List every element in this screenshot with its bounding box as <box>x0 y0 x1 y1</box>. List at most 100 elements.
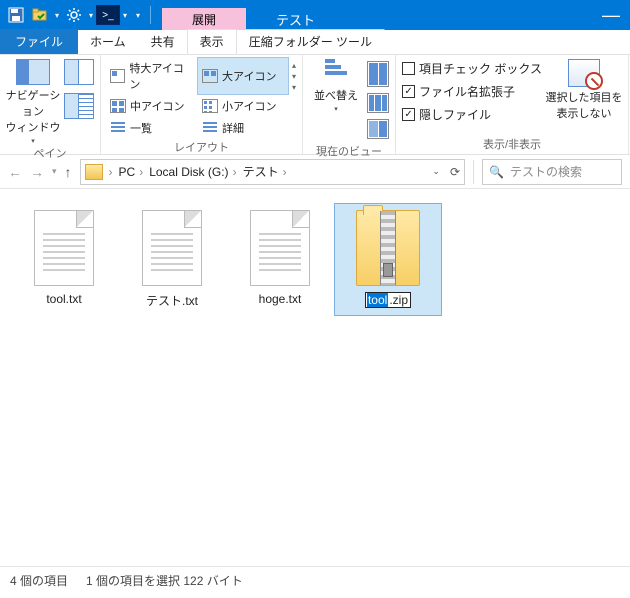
layout-gallery[interactable]: 特大アイコン 大アイコン 中アイコン 小アイコン 一覧 詳細 <box>105 57 290 139</box>
breadcrumb-folder[interactable]: テスト › <box>243 163 287 180</box>
group-by-icon[interactable] <box>367 61 389 87</box>
preview-icon <box>64 59 94 85</box>
tiles-icon <box>202 69 218 83</box>
qat-overflow-icon[interactable]: ▾ <box>130 11 146 20</box>
layout-group-label: レイアウト <box>105 139 298 157</box>
chevron-right-icon[interactable]: › <box>233 165 237 179</box>
qat-separator <box>146 0 154 30</box>
context-tab-extract[interactable]: 展開 <box>162 8 246 30</box>
hide-selected-button[interactable]: 選択した項目を 表示しない <box>544 57 624 121</box>
layout-list[interactable]: 一覧 <box>105 117 197 139</box>
file-name: tool.txt <box>46 292 81 306</box>
folder-icon <box>85 164 103 180</box>
text-file-icon <box>142 210 202 286</box>
showhide-group-label: 表示/非表示 <box>400 136 624 154</box>
checkbox-item-checkboxes[interactable]: 項目チェック ボックス <box>400 57 544 80</box>
zip-folder-icon <box>356 210 420 286</box>
tab-compressed-tools[interactable]: 圧縮フォルダー ツール <box>236 29 385 54</box>
add-columns-icon[interactable] <box>367 93 389 113</box>
recent-dropdown-icon[interactable]: ▾ <box>52 166 57 177</box>
address-bar[interactable]: › PC › Local Disk (G:) › テスト › ⌄ ⟳ <box>80 159 465 185</box>
ribbon-tabs: ファイル ホーム 共有 表示 圧縮フォルダー ツール <box>0 30 630 55</box>
breadcrumb-disk[interactable]: Local Disk (G:) › <box>149 165 236 179</box>
qat-dropdown-icon[interactable]: ▾ <box>52 11 62 20</box>
tiles-icon <box>110 99 126 113</box>
breadcrumb-pc[interactable]: PC › <box>119 165 144 179</box>
tab-view[interactable]: 表示 <box>187 29 237 54</box>
folder-check-icon[interactable] <box>28 0 52 30</box>
quick-access-toolbar: ▾ ▾ >_ ▾ ▾ <box>0 0 154 30</box>
checkbox-checked-icon: ✓ <box>402 85 415 98</box>
size-columns-icon[interactable] <box>367 119 389 139</box>
ps-dropdown-icon[interactable]: ▾ <box>120 11 130 20</box>
status-bar: 4 個の項目 1 個の項目を選択 122 バイト <box>0 567 630 593</box>
layout-details[interactable]: 詳細 <box>197 117 289 139</box>
title-right: — <box>602 0 630 30</box>
rename-selection: tool <box>367 293 388 307</box>
title-context-tabs: 展開 テスト <box>162 0 345 30</box>
divider <box>473 160 474 184</box>
address-dropdown-icon[interactable]: ⌄ <box>432 166 440 177</box>
nav-pane-label: ナビゲーション ウィンドウ <box>4 87 62 135</box>
navbar: ← → ▾ ↑ › PC › Local Disk (G:) › テスト › ⌄… <box>0 155 630 189</box>
back-icon[interactable]: ← <box>8 164 22 180</box>
search-box[interactable]: 🔍 テストの検索 <box>482 159 622 185</box>
settings-icon[interactable] <box>62 0 86 30</box>
search-placeholder: テストの検索 <box>510 163 582 180</box>
up-icon[interactable]: ↑ <box>65 164 72 180</box>
save-icon[interactable] <box>4 0 28 30</box>
file-item[interactable]: tool.txt <box>10 203 118 316</box>
chevron-right-icon[interactable]: › <box>283 165 287 179</box>
settings-dropdown-icon[interactable]: ▾ <box>86 11 96 20</box>
file-list[interactable]: tool.txt テスト.txt hoge.txt tool.zip <box>0 189 630 567</box>
refresh-icon[interactable]: ⟳ <box>450 165 460 179</box>
file-item[interactable]: hoge.txt <box>226 203 334 316</box>
file-name: hoge.txt <box>259 292 302 306</box>
chevron-right-icon[interactable]: › <box>109 165 113 179</box>
hide-selected-label: 選択した項目を 表示しない <box>546 89 623 121</box>
window-title: テスト <box>246 8 345 30</box>
nav-pane-button[interactable]: ナビゲーション ウィンドウ ▾ <box>4 57 62 145</box>
chevron-up-icon[interactable]: ▴ <box>292 61 296 70</box>
checkbox-icon <box>402 62 415 75</box>
ribbon-group-panes: ナビゲーション ウィンドウ ▾ ペイン <box>0 55 101 154</box>
file-rename-input[interactable]: tool.zip <box>365 292 411 308</box>
file-item[interactable]: テスト.txt <box>118 203 226 316</box>
tab-share[interactable]: 共有 <box>138 29 188 54</box>
chevron-right-icon[interactable]: › <box>139 165 143 179</box>
expand-icon[interactable]: ▾ <box>292 83 296 92</box>
panes-icon <box>16 59 50 85</box>
powershell-icon[interactable]: >_ <box>96 0 120 30</box>
ribbon: ナビゲーション ウィンドウ ▾ ペイン 特大アイコン 大アイコン 中アイコン 小… <box>0 55 630 155</box>
list-icon <box>110 121 126 135</box>
titlebar: ▾ ▾ >_ ▾ ▾ 展開 テスト — <box>0 0 630 30</box>
tab-file[interactable]: ファイル <box>0 29 78 54</box>
chevron-down-icon[interactable]: ▾ <box>292 72 296 81</box>
file-name: テスト.txt <box>146 292 198 309</box>
sort-button[interactable]: 並べ替え ▾ <box>307 57 365 113</box>
checkbox-hidden-files[interactable]: ✓隠しファイル <box>400 103 544 126</box>
ribbon-group-layout: 特大アイコン 大アイコン 中アイコン 小アイコン 一覧 詳細 ▴ ▾ ▾ レイア… <box>101 55 303 154</box>
text-file-icon <box>34 210 94 286</box>
layout-xlarge[interactable]: 特大アイコン <box>105 57 197 95</box>
tab-home[interactable]: ホーム <box>77 29 139 54</box>
checkbox-file-extensions[interactable]: ✓ファイル名拡張子 <box>400 80 544 103</box>
forward-icon[interactable]: → <box>30 164 44 180</box>
tiles-icon <box>110 69 125 83</box>
search-icon: 🔍 <box>489 165 504 179</box>
ribbon-group-currentview: 並べ替え ▾ 現在のビュー <box>303 55 396 154</box>
preview-pane-button[interactable] <box>62 57 96 119</box>
status-item-count: 4 個の項目 <box>10 572 68 589</box>
chevron-down-icon: ▾ <box>31 137 35 145</box>
file-item-selected[interactable]: tool.zip <box>334 203 442 316</box>
layout-scroll[interactable]: ▴ ▾ ▾ <box>290 57 298 96</box>
tiles-icon <box>202 99 218 113</box>
minimize-icon[interactable]: — <box>602 5 620 26</box>
layout-small[interactable]: 小アイコン <box>197 95 289 117</box>
details-icon <box>64 93 94 119</box>
sort-icon <box>325 59 347 85</box>
text-file-icon <box>250 210 310 286</box>
layout-large[interactable]: 大アイコン <box>197 57 289 95</box>
checkbox-checked-icon: ✓ <box>402 108 415 121</box>
layout-medium[interactable]: 中アイコン <box>105 95 197 117</box>
